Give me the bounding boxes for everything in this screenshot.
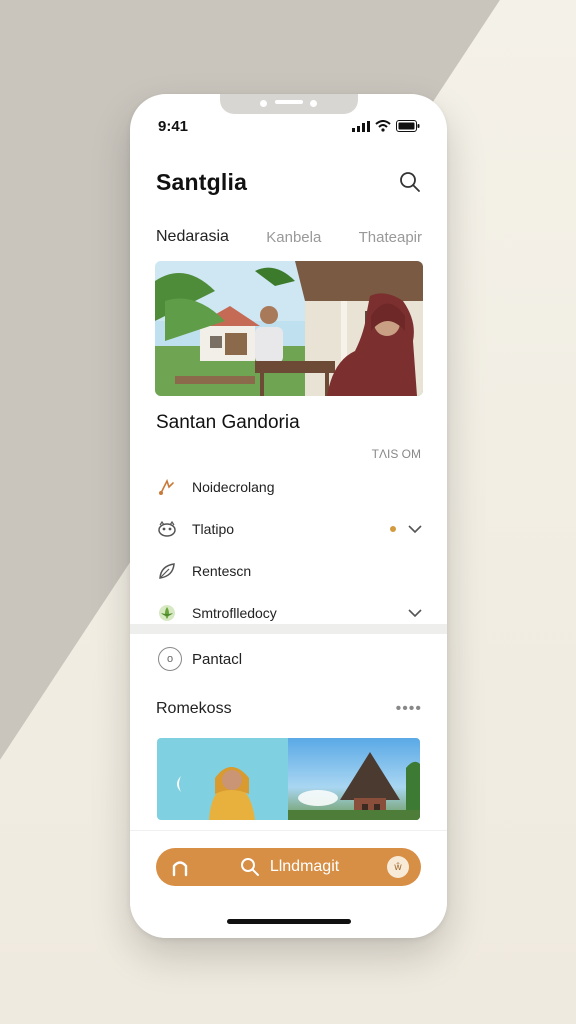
battery-icon <box>396 120 420 132</box>
notch-dot <box>310 100 317 107</box>
recent-title: Romekoss <box>156 700 232 717</box>
info-circle-icon: o <box>158 647 182 671</box>
search-icon <box>240 858 259 876</box>
pantacl-row[interactable]: o Pantacl <box>158 646 242 672</box>
section-divider <box>130 624 447 634</box>
bottom-nav-bar: Llndmagit ŵ <box>156 848 421 886</box>
list-item-trail <box>390 524 422 534</box>
list-item-tlatipo[interactable]: Tlatipo <box>156 508 422 550</box>
recent-header: Romekoss •••• <box>156 698 422 720</box>
tab-thateapir[interactable]: Thateapir <box>359 229 422 246</box>
list-item-label: Tlatipo <box>192 521 235 537</box>
feature-timestamp: TΛIS OM <box>371 447 421 461</box>
feature-title: Santan Gandoria <box>156 412 300 433</box>
leaf-icon <box>156 560 178 582</box>
notch-dot <box>260 100 267 107</box>
app-title: Santglia <box>156 168 248 195</box>
more-options-icon[interactable]: •••• <box>396 700 422 718</box>
portrait-illustration <box>177 767 255 820</box>
list-item-rentescn[interactable]: Rentescn <box>156 550 422 592</box>
house-illustration <box>288 752 420 820</box>
app-header: Santglia <box>156 166 422 198</box>
thumbnail-portrait[interactable] <box>157 738 288 820</box>
list-item-label: Rentescn <box>192 563 252 579</box>
status-bar: 9:41 <box>158 117 420 135</box>
notch <box>220 94 358 114</box>
wifi-icon <box>375 120 391 132</box>
phone-frame: 9:41 Santglia Nedarasia Kanbela Thateapi… <box>130 94 447 938</box>
tab-kanbela[interactable]: Kanbela <box>266 229 321 246</box>
lotus-icon <box>156 602 178 624</box>
recent-thumbnails <box>157 738 420 820</box>
bottom-search[interactable]: Llndmagit <box>192 857 387 877</box>
avatar[interactable]: ŵ <box>387 856 409 878</box>
route-icon <box>156 476 178 498</box>
home-indicator <box>227 919 351 924</box>
menu-list: Noidecrolang Tlatipo Rentescn Smtroflled… <box>156 466 422 634</box>
cat-icon <box>156 518 178 540</box>
status-dot <box>390 526 396 532</box>
hero-image[interactable] <box>155 261 423 396</box>
notch-speaker <box>275 100 303 104</box>
chevron-down-icon[interactable] <box>408 524 422 534</box>
bottom-search-label: Llndmagit <box>269 858 340 875</box>
status-time: 9:41 <box>158 117 189 135</box>
pantacl-label: Pantacl <box>192 650 243 668</box>
tab-nedarasia[interactable]: Nedarasia <box>156 228 229 246</box>
list-item-noidecrolang[interactable]: Noidecrolang <box>156 466 422 508</box>
hero-illustration <box>155 261 423 396</box>
list-item-trail <box>408 608 422 618</box>
status-icons <box>352 120 420 132</box>
signal-icon <box>352 120 370 132</box>
chevron-down-icon[interactable] <box>408 608 422 618</box>
thumbnail-house[interactable] <box>288 738 420 820</box>
list-item-label: Noidecrolang <box>192 479 275 495</box>
list-item-label: Smtroflledocy <box>192 605 277 621</box>
tab-bar: Nedarasia Kanbela Thateapir <box>156 226 422 248</box>
home-icon[interactable] <box>168 855 192 879</box>
search-icon[interactable] <box>398 170 422 194</box>
